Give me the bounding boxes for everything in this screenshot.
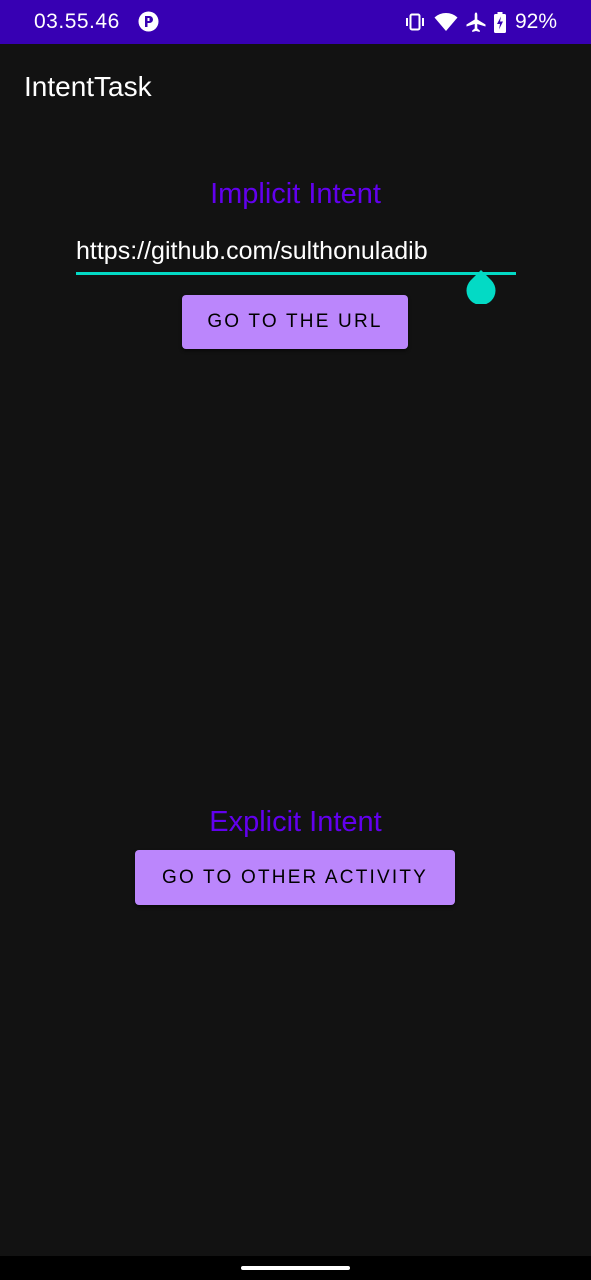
text-cursor-handle[interactable] [465, 268, 497, 305]
app-toolbar: IntentTask [0, 44, 591, 132]
app-screen: 03.55.46 92% IntentTask Implicit Intent … [0, 0, 591, 1280]
status-time: 03.55.46 [34, 10, 120, 33]
status-bar: 03.55.46 92% [0, 0, 591, 44]
implicit-intent-title: Implicit Intent [210, 178, 381, 210]
url-field-underline [76, 272, 516, 275]
explicit-intent-title: Explicit Intent [209, 806, 382, 838]
navigation-bar [0, 1256, 591, 1280]
gesture-nav-handle[interactable] [241, 1266, 350, 1270]
go-to-other-activity-button[interactable]: GO TO OTHER ACTIVITY [135, 850, 455, 905]
wifi-icon [434, 12, 458, 32]
vibrate-icon [404, 13, 426, 31]
url-field[interactable] [76, 232, 516, 275]
url-input[interactable] [76, 232, 516, 270]
airplane-mode-icon [466, 12, 486, 33]
status-icons: 92% [404, 9, 557, 35]
toolbar-title: IntentTask [24, 71, 152, 102]
battery-charging-icon [493, 11, 506, 33]
battery-percent: 92% [514, 10, 557, 33]
go-to-url-button[interactable]: GO TO THE URL [182, 295, 408, 349]
app-notification-icon [138, 11, 159, 32]
